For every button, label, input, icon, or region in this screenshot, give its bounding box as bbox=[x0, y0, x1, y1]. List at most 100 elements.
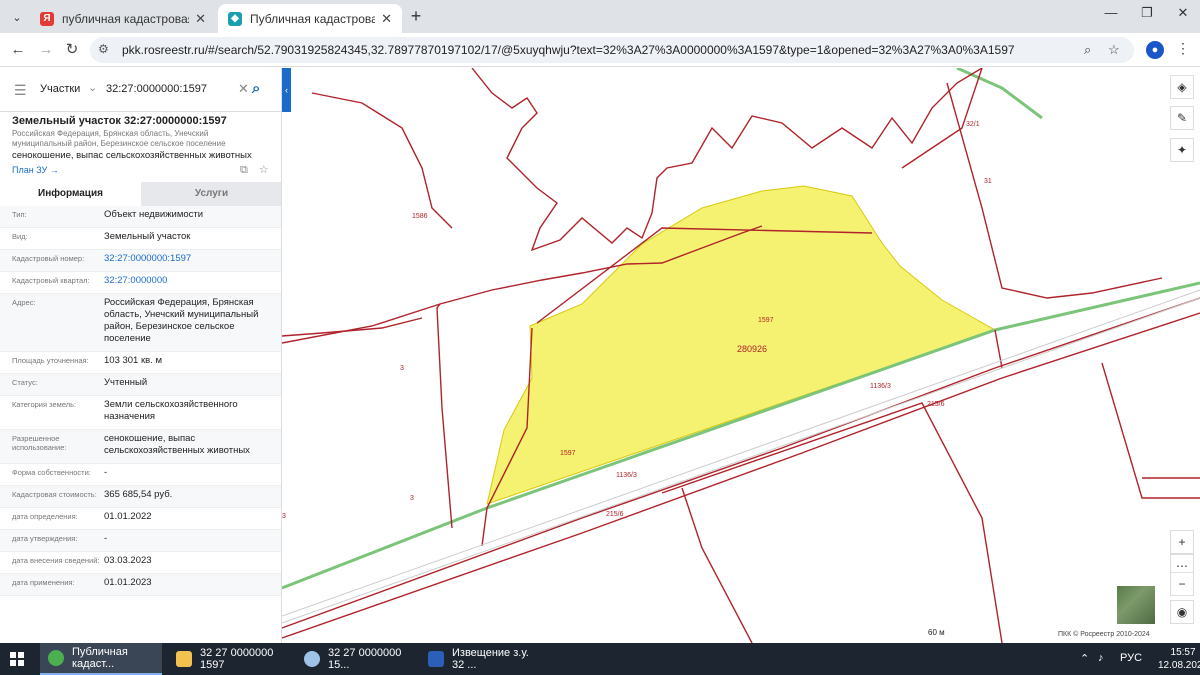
clock[interactable]: 15:57 12.08.2024 bbox=[1158, 646, 1200, 672]
clear-search-icon[interactable]: ✕ bbox=[238, 81, 249, 97]
boundary bbox=[436, 303, 453, 529]
attr-value: Учтенный bbox=[104, 377, 148, 388]
cadastral-quarter-link[interactable]: 32:27:0000000 bbox=[104, 275, 274, 287]
search-bar: ☰ Участки ⌄ 32:27:0000000:1597 ✕ ⌕ bbox=[0, 68, 281, 112]
table-row: дата применения: 01.01.2023 bbox=[0, 574, 281, 596]
bookmark-star-icon[interactable]: ☆ bbox=[1108, 42, 1120, 58]
search-input[interactable]: 32:27:0000000:1597 bbox=[106, 83, 207, 95]
cadastral-map[interactable]: 1586 32/1 31 1597 280926 3 1136/3 215/6 … bbox=[282, 68, 1200, 643]
close-tab-icon[interactable]: ✕ bbox=[195, 11, 206, 27]
basemap-thumbnail[interactable] bbox=[1116, 585, 1156, 625]
tab-search-chevron-icon[interactable]: ⌄ bbox=[6, 6, 28, 28]
new-tab-icon[interactable]: + bbox=[406, 6, 426, 27]
tab-info[interactable]: Информация bbox=[0, 182, 141, 206]
copyright: ПКК © Росреестр 2010-2024 bbox=[1058, 631, 1150, 638]
zoom-icon[interactable]: ⌕ bbox=[1084, 42, 1091, 58]
layers-icon[interactable]: ◈ bbox=[1170, 75, 1194, 99]
browser-tab-1[interactable]: Я публичная кадастровая карта ✕ bbox=[30, 4, 216, 33]
table-row: Разрешенное использование: сенокошение, … bbox=[0, 430, 281, 464]
attr-value: Земли сельскохозяйственного назначения bbox=[104, 399, 238, 422]
map-label: 1597 bbox=[560, 450, 576, 457]
map-label: 1597 bbox=[758, 317, 774, 324]
url-text[interactable]: pkk.rosreestr.ru/#/search/52.79031925824… bbox=[122, 43, 1015, 57]
taskbar-item-folder[interactable]: 32 27 0000000 1597 bbox=[168, 643, 290, 675]
clock-date: 12.08.2024 bbox=[1158, 660, 1200, 671]
attr-key: Вид: bbox=[12, 232, 28, 241]
browser-tab-1-title: публичная кадастровая карта bbox=[62, 11, 190, 26]
paint-icon bbox=[304, 651, 320, 667]
map-label: 31 bbox=[984, 178, 992, 185]
map-label: 3 bbox=[400, 365, 404, 372]
search-icon[interactable]: ⌕ bbox=[252, 80, 260, 97]
object-tools: ⧉ ☆ bbox=[240, 163, 269, 177]
reload-icon[interactable]: ↻ bbox=[62, 40, 82, 60]
cadastral-number-link[interactable]: 32:27:0000000:1597 bbox=[104, 253, 274, 265]
attr-value: сенокошение, выпас сельскохозяйственных … bbox=[104, 433, 250, 456]
table-row: Форма собственности: - bbox=[0, 464, 281, 486]
attr-key: Статус: bbox=[12, 378, 38, 387]
language-indicator[interactable]: РУС bbox=[1120, 652, 1142, 664]
forward-icon[interactable]: → bbox=[36, 40, 56, 60]
taskbar: Публичная кадаст... 32 27 0000000 1597 3… bbox=[0, 643, 1200, 675]
table-row: дата внесения сведений: 03.03.2023 bbox=[0, 552, 281, 574]
parcel-plan-link[interactable]: План ЗУ → bbox=[12, 165, 59, 175]
attr-key: Площадь уточненная: bbox=[12, 356, 89, 365]
attr-value: 365 685,54 руб. bbox=[104, 489, 173, 500]
profile-avatar-icon[interactable]: ● bbox=[1146, 41, 1164, 59]
map-label: 280926 bbox=[737, 344, 767, 354]
taskbar-item-paint[interactable]: 32 27 0000000 15... bbox=[296, 643, 418, 675]
boundary bbox=[946, 82, 1163, 299]
boundary bbox=[282, 317, 423, 337]
measure-icon[interactable]: ⧉ bbox=[240, 164, 248, 176]
browser-menu-icon[interactable]: ⋮ bbox=[1176, 40, 1190, 57]
volume-icon[interactable]: ♪ bbox=[1098, 652, 1104, 664]
back-icon[interactable]: ← bbox=[8, 40, 28, 60]
browser-tabbar: ⌄ Я публичная кадастровая карта ✕ ◆ Публ… bbox=[0, 0, 1200, 33]
table-row: Площадь уточненная: 103 301 кв. м bbox=[0, 352, 281, 374]
boundary bbox=[901, 68, 983, 169]
object-permitted-use: сенокошение, выпас сельскохозяйственных … bbox=[12, 150, 252, 161]
table-row: Кадастровая стоимость: 365 685,54 руб. bbox=[0, 486, 281, 508]
map-label: 1136/3 bbox=[870, 383, 891, 390]
collapse-panel-icon[interactable]: ‹ bbox=[282, 68, 291, 112]
close-tab-icon[interactable]: ✕ bbox=[381, 11, 392, 27]
site-settings-icon[interactable]: ⚙ bbox=[98, 42, 109, 56]
locate-icon[interactable]: ◉ bbox=[1170, 600, 1194, 624]
table-row: Кадастровый номер: 32:27:0000000:1597 bbox=[0, 250, 281, 272]
chrome-icon bbox=[48, 650, 64, 666]
compass-icon[interactable]: ✦ bbox=[1170, 138, 1194, 162]
attr-value: Российская Федерация, Брянская область, … bbox=[104, 297, 259, 344]
zoom-out-icon[interactable]: − bbox=[1170, 572, 1194, 596]
table-row: Категория земель: Земли сельскохозяйстве… bbox=[0, 396, 281, 430]
taskbar-item-label: 32 27 0000000 1597 bbox=[200, 647, 274, 671]
attr-key: дата применения: bbox=[12, 578, 75, 587]
map-canvas[interactable]: 1586 32/1 31 1597 280926 3 1136/3 215/6 … bbox=[282, 68, 1200, 643]
taskbar-item-word[interactable]: Извещение з.у. 32 ... bbox=[420, 643, 544, 675]
maximize-icon[interactable]: ❐ bbox=[1132, 5, 1162, 21]
ruler-icon[interactable]: ✎ bbox=[1170, 106, 1194, 130]
attr-value: Объект недвижимости bbox=[104, 209, 204, 220]
windows-start-icon[interactable] bbox=[10, 652, 24, 666]
map-label: 3 bbox=[282, 513, 286, 520]
tab-services[interactable]: Услуги bbox=[141, 182, 281, 206]
browser-tab-2[interactable]: ◆ Публичная кадастровая карта ✕ bbox=[218, 4, 402, 33]
table-row: дата определения: 01.01.2022 bbox=[0, 508, 281, 530]
menu-icon[interactable]: ☰ bbox=[14, 82, 27, 99]
close-window-icon[interactable]: ✕ bbox=[1168, 5, 1198, 21]
attr-key: Форма собственности: bbox=[12, 468, 91, 477]
minimize-icon[interactable]: — bbox=[1096, 5, 1126, 20]
search-category-select[interactable]: Участки bbox=[40, 83, 80, 95]
taskbar-item-chrome[interactable]: Публичная кадаст... bbox=[40, 643, 162, 675]
chevron-down-icon[interactable]: ⌄ bbox=[88, 81, 97, 94]
favorite-star-icon[interactable]: ☆ bbox=[259, 164, 269, 176]
attr-value: - bbox=[104, 467, 108, 478]
attr-value: Земельный участок bbox=[104, 231, 191, 242]
boundary bbox=[311, 92, 453, 229]
boundary bbox=[681, 487, 753, 643]
map-label: 32/1 bbox=[966, 121, 980, 128]
address-bar[interactable]: ⚙ pkk.rosreestr.ru/#/search/52.790319258… bbox=[90, 37, 1134, 63]
attr-value: 103 301 кв. м bbox=[104, 355, 162, 366]
attr-value: - bbox=[104, 533, 108, 544]
tray-chevron-icon[interactable]: ⌃ bbox=[1080, 652, 1089, 665]
zoom-in-icon[interactable]: + bbox=[1170, 530, 1194, 554]
